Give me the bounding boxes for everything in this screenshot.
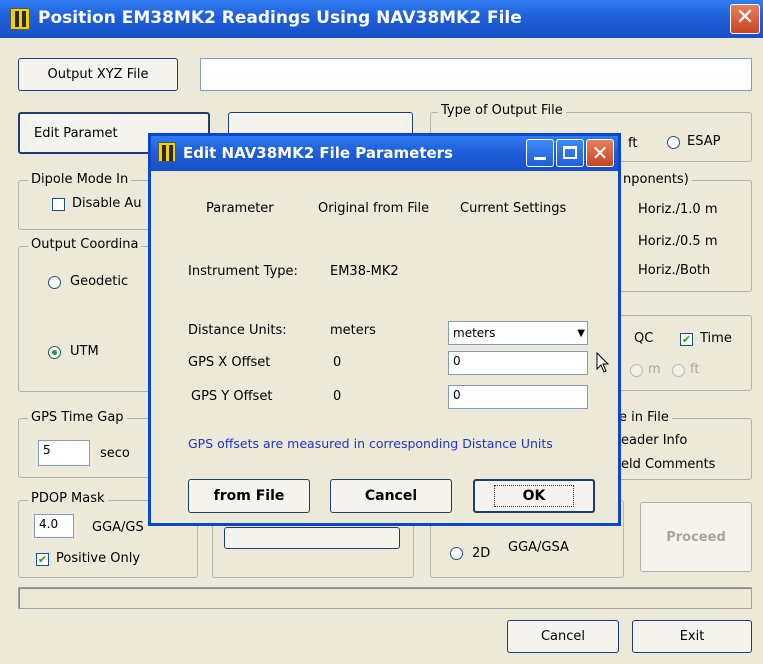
m-radio[interactable]: [630, 364, 643, 377]
gps-x-offset-input[interactable]: 0: [448, 351, 588, 375]
maximize-icon: [563, 146, 577, 159]
gps-x-offset-label: GPS X Offset: [188, 355, 271, 370]
dialog-app-icon: [158, 142, 176, 162]
type-output-file-label: Type of Output File: [438, 103, 566, 118]
app-icon: [10, 8, 30, 30]
disable-auto-label: Disable Au: [72, 196, 142, 211]
gga-gs-label: GGA/GS: [92, 520, 144, 535]
output-file-path-input[interactable]: [200, 58, 752, 91]
seconds-label: seco: [100, 446, 130, 461]
two-d-label: 2D: [472, 546, 491, 561]
esap-radio[interactable]: [667, 136, 680, 149]
m-label: m: [648, 362, 661, 377]
distance-units-label: Distance Units:: [188, 323, 287, 338]
qc-group: [610, 315, 752, 391]
proceed-button[interactable]: Proceed: [640, 502, 752, 572]
horiz-1m-label: Horiz./1.0 m: [638, 202, 718, 217]
field-comments-label: eld Comments: [621, 457, 716, 472]
exit-label: Exit: [679, 629, 705, 644]
mouse-cursor-icon: [596, 352, 610, 373]
distance-units-select[interactable]: meters ▼: [448, 321, 588, 345]
horiz-both-label: Horiz./Both: [638, 263, 711, 278]
ft-label: ft: [690, 362, 700, 377]
gps-time-gap-input[interactable]: 5: [38, 440, 90, 466]
time-checkbox[interactable]: ✔: [680, 333, 693, 346]
close-icon: ✕: [591, 141, 609, 165]
output-coordinates-group: [18, 246, 158, 392]
col-parameter-header: Parameter: [206, 201, 274, 216]
offset-units-note: GPS offsets are measured in correspondin…: [188, 436, 553, 451]
gps-y-offset-label: GPS Y Offset: [191, 389, 273, 404]
gps-time-gap-label: GPS Time Gap: [28, 410, 127, 425]
output-coordinates-label: Output Coordina: [28, 237, 142, 252]
esap-label: ESAP: [687, 134, 721, 149]
minimize-button[interactable]: [526, 139, 554, 167]
col-original-header: Original from File: [318, 201, 430, 216]
time-label: Time: [700, 331, 732, 346]
header-info-label: eader Info: [621, 433, 688, 448]
geodetic-label: Geodetic: [70, 274, 129, 289]
dialog-title: Edit NAV38MK2 File Parameters: [183, 144, 453, 162]
window-close-button[interactable]: ✕: [730, 4, 760, 34]
instrument-type-value: EM38-MK2: [330, 264, 399, 279]
horiz-05m-label: Horiz./0.5 m: [638, 234, 718, 249]
components-label: nponents): [620, 172, 692, 187]
pdop-mask-label: PDOP Mask: [28, 491, 108, 506]
proceed-label: Proceed: [666, 529, 726, 545]
qc-label: QC: [634, 331, 654, 346]
two-d-radio[interactable]: [450, 547, 463, 560]
exit-button[interactable]: Exit: [632, 620, 752, 653]
maximize-button[interactable]: [556, 139, 584, 167]
ok-button[interactable]: OK: [473, 479, 595, 513]
utm-radio[interactable]: [48, 346, 61, 359]
from-file-button[interactable]: from File: [188, 479, 310, 513]
dropdown-arrow-icon: ▼: [577, 327, 585, 339]
dialog-close-button[interactable]: ✕: [586, 139, 614, 167]
status-bar: [18, 587, 752, 609]
distance-units-original: meters: [330, 323, 376, 338]
main-cancel-button[interactable]: Cancel: [507, 620, 619, 653]
gps-y-offset-input[interactable]: 0: [448, 385, 588, 409]
disable-auto-checkbox[interactable]: [52, 198, 65, 211]
minimize-icon: [534, 157, 546, 160]
gga-gsa-label: GGA/GSA: [508, 540, 569, 555]
geodetic-radio[interactable]: [48, 276, 61, 289]
output-xyz-file-button[interactable]: Output XYZ File: [18, 58, 178, 91]
ft-radio[interactable]: [672, 364, 685, 377]
ok-label: OK: [493, 485, 575, 507]
window-title: Position EM38MK2 Readings Using NAV38MK2…: [38, 8, 522, 28]
file-info-label: e in File: [616, 410, 672, 425]
positive-only-label: Positive Only: [56, 551, 141, 566]
instrument-type-label: Instrument Type:: [188, 264, 298, 279]
dialog-cancel-label: Cancel: [364, 488, 418, 504]
positive-only-checkbox[interactable]: ✔: [36, 553, 49, 566]
edit-parameters-label: Edit Paramet: [34, 125, 118, 141]
middle-lower-dropdown[interactable]: [224, 527, 400, 549]
type-output-partial-label: ft: [628, 136, 638, 151]
gps-x-offset-original: 0: [333, 355, 342, 370]
dialog-cancel-button[interactable]: Cancel: [330, 479, 452, 513]
main-cancel-label: Cancel: [540, 629, 586, 644]
from-file-label: from File: [213, 488, 285, 504]
output-xyz-file-label: Output XYZ File: [47, 67, 149, 82]
col-current-header: Current Settings: [460, 201, 567, 216]
pdop-mask-input[interactable]: 4.0: [34, 514, 74, 538]
edit-parameters-dialog: Edit NAV38MK2 File Parameters ✕ Paramete…: [148, 133, 621, 526]
dipole-mode-label: Dipole Mode In: [28, 172, 132, 187]
utm-label: UTM: [70, 344, 99, 359]
distance-units-selected: meters: [453, 326, 496, 340]
gps-y-offset-original: 0: [333, 389, 342, 404]
